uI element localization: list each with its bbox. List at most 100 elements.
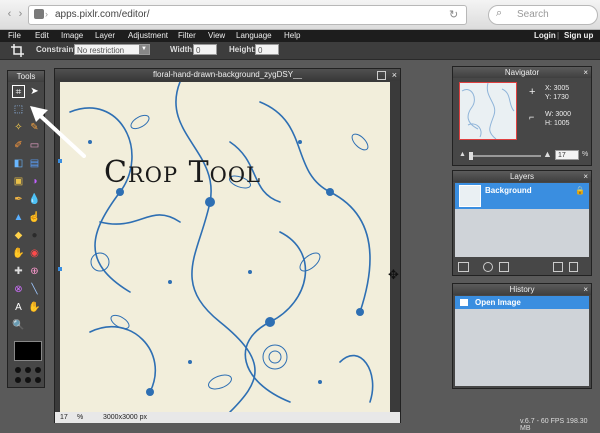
smudge-icon[interactable]: ☝ [28,211,41,224]
dimensions-icon: ⌐ [529,112,535,122]
history-panel: History × Open Image [452,283,592,389]
page-icon [34,9,44,19]
sharpen-icon[interactable]: ▲ [12,211,25,224]
crop-handle-left[interactable] [58,159,62,163]
maximize-icon[interactable] [377,71,386,80]
menu-edit[interactable]: Edit [35,30,49,42]
red-eye-icon[interactable]: ◉ [28,247,41,260]
menu-help[interactable]: Help [284,30,300,42]
zoom-icon[interactable]: 🔍 [12,319,25,332]
stamp-icon[interactable]: ▣ [12,175,25,188]
canvas-image[interactable] [60,82,390,412]
layers-list-area [455,209,589,257]
zoom-slider-handle[interactable] [469,152,473,160]
menu-language[interactable]: Language [236,30,272,42]
trash-icon[interactable] [569,262,578,272]
pinch-icon[interactable]: ⊗ [12,283,25,296]
back-icon[interactable]: ‹ [4,9,15,20]
zoom-slider[interactable] [469,152,541,160]
height-input[interactable]: 0 [255,44,279,55]
forward-icon[interactable]: › [15,9,26,20]
sponge-icon[interactable]: ◆ [12,229,25,242]
w-value: 3000 [555,111,571,118]
constraint-select[interactable]: No restriction ▼ [74,44,150,55]
zoom-value[interactable]: 17 [60,412,68,423]
reload-icon[interactable]: ↻ [449,8,458,21]
constraint-label: Constraint: [36,45,79,54]
close-icon[interactable]: × [583,172,588,181]
h-value: 1005 [553,120,570,127]
menu-view[interactable]: View [208,30,225,42]
search-input[interactable]: ⌕ Search [488,5,598,25]
gradient-icon[interactable]: ▤ [28,157,41,170]
hand-icon[interactable]: ✋ [28,301,41,314]
marquee-icon[interactable]: ⬚ [12,103,25,116]
canvas-title: floral-hand-drawn-background_zygDSY__ [153,70,302,79]
annotation-arrow-icon [30,106,86,158]
brush-icon[interactable]: ✐ [12,139,25,152]
view-mode-icon[interactable] [13,366,43,384]
text-icon[interactable]: A [12,301,25,314]
close-icon[interactable]: × [583,68,588,77]
eyedropper-icon[interactable]: ╲ [28,283,41,296]
y-coordinate: Y: 1730 [545,93,569,102]
spot-heal-icon[interactable]: ✚ [12,265,25,278]
foreground-color-swatch[interactable] [14,341,42,361]
move-cursor-icon: ✥ [388,267,399,282]
history-item[interactable]: Open Image [455,296,589,309]
menu-layer[interactable]: Layer [95,30,115,42]
move-icon[interactable]: ➤ [28,85,41,98]
canvas-title-bar[interactable]: floral-hand-drawn-background_zygDSY__ × [55,69,400,81]
wand-icon[interactable]: ✧ [12,121,25,134]
navigator-zoom-input[interactable]: 17 [555,150,579,160]
blur-icon[interactable]: 💧 [28,193,41,206]
w-label: W: [545,111,554,118]
lock-icon[interactable]: 🔒 [575,186,585,195]
address-bar[interactable]: › apps.pixlr.com/editor/ ↻ [28,5,467,25]
burn-icon[interactable]: ✋ [12,247,25,260]
dodge-icon[interactable]: ● [28,229,41,242]
layer-style-icon[interactable] [499,262,509,272]
layers-title: Layers [453,171,591,182]
zoom-out-icon[interactable]: ▲ [459,151,466,158]
history-item-name: Open Image [475,298,521,307]
mask-icon[interactable] [483,262,493,272]
layers-panel: Layers × Background 🔒 [452,170,592,276]
color-replace-icon[interactable]: ◑ [28,175,41,188]
layer-row[interactable]: Background 🔒 [455,183,589,209]
bloat-icon[interactable]: ⊕ [28,265,41,278]
canvas-status-bar: 17 % 3000x3000 px [55,412,400,423]
chevron-right-icon: › [45,9,48,19]
close-icon[interactable]: × [392,69,397,81]
crop-icon[interactable]: ⌗ [12,85,25,98]
login-link[interactable]: Login [534,30,556,42]
menu-image[interactable]: Image [61,30,83,42]
crop-tool-caption: Crop Tool [104,155,262,190]
height-readout: H: 1005 [545,119,570,128]
layer-thumbnail [459,185,481,207]
layer-actions-bar [453,260,591,274]
canvas-window: floral-hand-drawn-background_zygDSY__ × [54,68,401,423]
width-input[interactable]: 0 [193,44,217,55]
signup-link[interactable]: Sign up [564,30,593,42]
menu-filter[interactable]: Filter [178,30,196,42]
h-label: H: [545,120,552,127]
constraint-value: No restriction [77,46,125,55]
menu-bar: File Edit Image Layer Adjustment Filter … [0,30,600,42]
drawing-icon[interactable]: ✒ [12,193,25,206]
tool-options-bar: Constraint: No restriction ▼ Width: 0 He… [0,42,600,60]
url-text: apps.pixlr.com/editor/ [55,9,150,20]
history-image-icon [460,299,468,306]
x-value: 3005 [553,85,570,92]
crop-handle-bottom-left[interactable] [58,267,62,271]
menu-separator: | [557,31,560,40]
menu-adjustment[interactable]: Adjustment [128,30,168,42]
navigator-thumbnail[interactable] [459,82,517,140]
height-label: Height: [229,45,257,54]
bucket-icon[interactable]: ◧ [12,157,25,170]
zoom-in-icon[interactable]: ▲ [543,149,552,159]
close-icon[interactable]: × [583,285,588,294]
layer-settings-icon[interactable] [458,262,469,272]
new-layer-icon[interactable] [553,262,563,272]
menu-file[interactable]: File [8,30,21,42]
